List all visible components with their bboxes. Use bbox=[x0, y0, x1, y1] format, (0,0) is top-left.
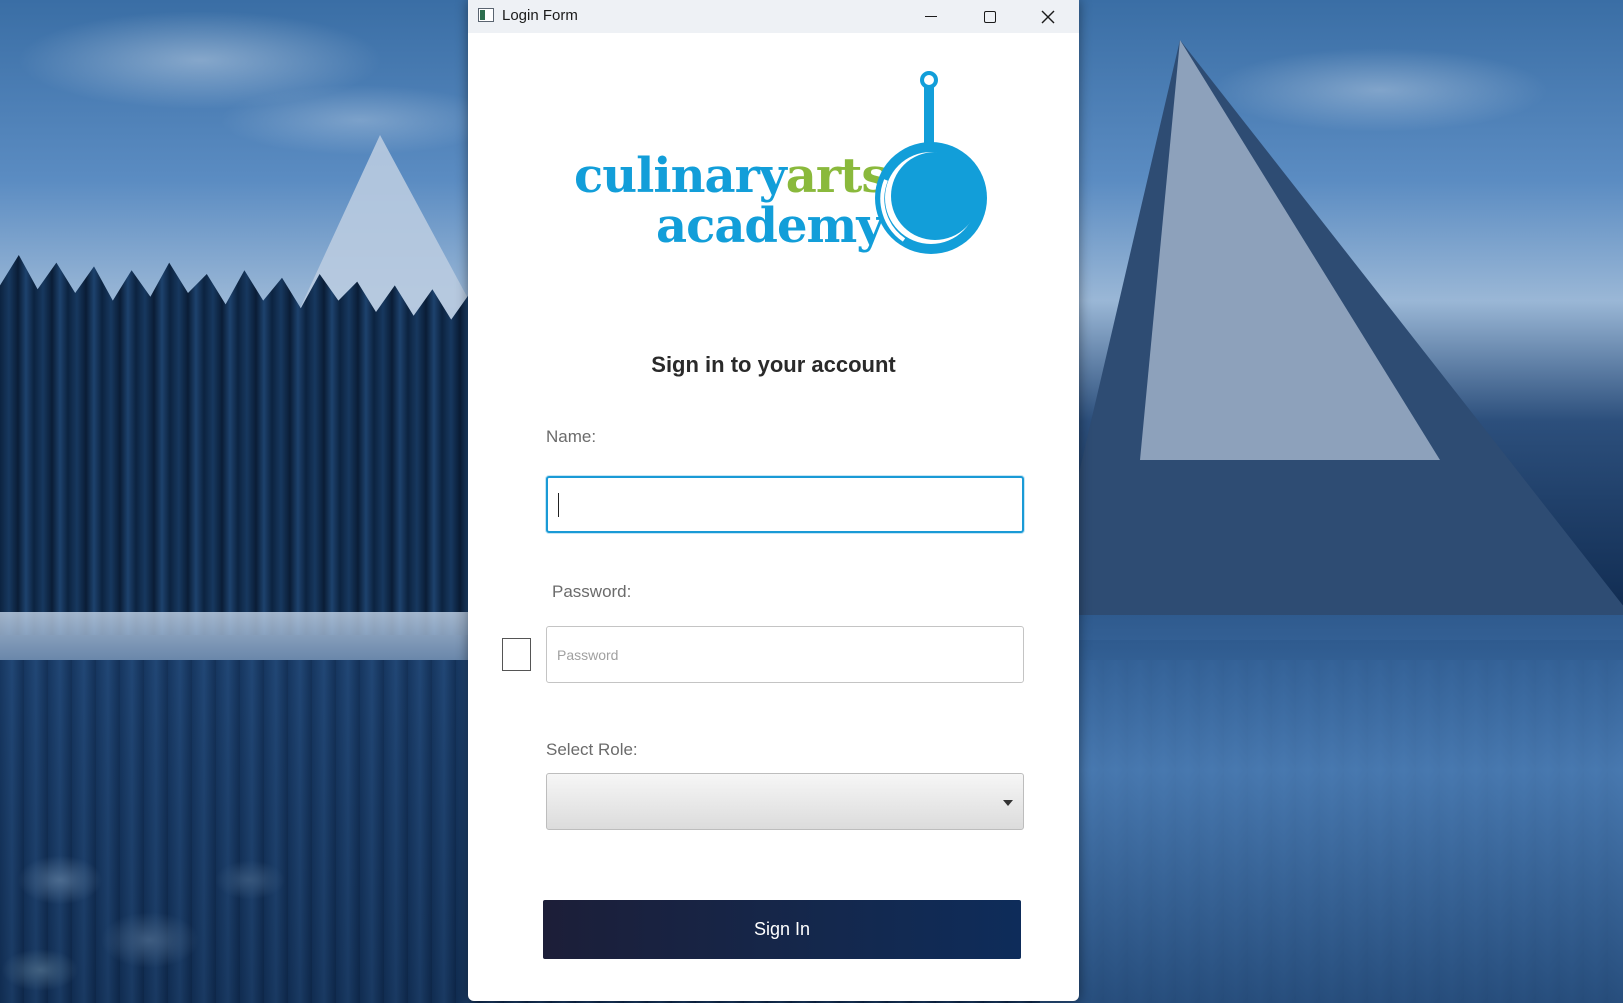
logo-line-1: culinaryarts bbox=[574, 148, 888, 204]
name-label: Name: bbox=[546, 427, 597, 446]
logo-word-academy: academy bbox=[656, 198, 884, 254]
close-icon bbox=[1041, 10, 1055, 23]
wallpaper-lake-reflection bbox=[1040, 615, 1623, 1003]
role-select[interactable] bbox=[546, 773, 1024, 830]
wallpaper-mountain-snow bbox=[1140, 40, 1440, 460]
role-label: Select Role: bbox=[546, 740, 638, 759]
maximize-button[interactable] bbox=[961, 0, 1019, 33]
close-button[interactable] bbox=[1019, 0, 1077, 33]
login-window: Login Form culinaryarts academy Sign in … bbox=[468, 0, 1079, 1001]
password-placeholder: Password bbox=[557, 646, 619, 663]
wallpaper-forest bbox=[0, 255, 470, 635]
window-title: Login Form bbox=[502, 7, 578, 24]
app-window-icon bbox=[478, 8, 494, 22]
page-title: Sign in to your account bbox=[651, 352, 896, 377]
password-label: Password: bbox=[552, 582, 632, 601]
sign-in-button[interactable]: Sign In bbox=[543, 900, 1021, 959]
maximize-icon bbox=[984, 10, 996, 23]
wallpaper-rocks bbox=[0, 820, 300, 1003]
chevron-down-icon bbox=[1003, 800, 1013, 806]
minimize-icon bbox=[925, 16, 937, 17]
frying-pan-icon bbox=[875, 71, 987, 254]
logo-word-culinary: culinary bbox=[574, 148, 787, 204]
password-input[interactable]: Password bbox=[546, 626, 1024, 683]
minimize-button[interactable] bbox=[902, 0, 960, 33]
title-bar[interactable]: Login Form bbox=[468, 0, 1079, 33]
show-password-checkbox[interactable] bbox=[502, 638, 531, 671]
culinary-arts-academy-logo: culinaryarts academy bbox=[574, 70, 994, 270]
text-caret bbox=[558, 492, 559, 517]
name-input[interactable] bbox=[546, 476, 1024, 533]
